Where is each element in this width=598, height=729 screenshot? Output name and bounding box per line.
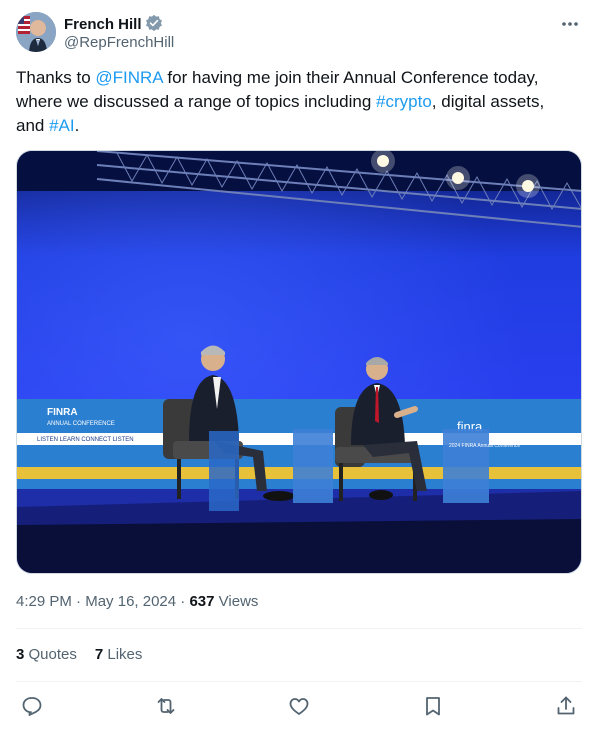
like-icon[interactable] [287, 694, 311, 718]
retweet-icon[interactable] [154, 694, 178, 718]
author-name[interactable]: French Hill [64, 14, 163, 36]
tweet-header: French Hill @RepFrenchHill [16, 11, 582, 55]
tweet-stats: 3 Quotes 7 Likes [16, 646, 160, 663]
reply-icon[interactable] [20, 694, 44, 718]
hashtag-link-crypto[interactable]: #crypto [376, 92, 432, 111]
quotes-label: Quotes [24, 646, 77, 663]
likes-count: 7 [94, 646, 104, 663]
verified-badge-icon [145, 14, 163, 36]
meta-separator: · [176, 593, 190, 610]
mention-link[interactable]: @FINRA [95, 68, 162, 87]
likes-label: Likes [103, 646, 143, 663]
stage-tagline: LISTEN LEARN CONNECT LISTEN [37, 437, 134, 443]
tweet-meta: 4:29 PM · May 16, 2024 · 637 Views [16, 593, 258, 610]
author-name-text: French Hill [64, 16, 142, 33]
conference-stage-photo: FINRA ANNUAL CONFERENCE LISTEN LEARN CON… [17, 151, 581, 573]
tweet-date[interactable]: May 16, 2024 [85, 593, 176, 610]
tweet-photo[interactable]: FINRA ANNUAL CONFERENCE LISTEN LEARN CON… [16, 150, 582, 574]
podium-text: 2024 FINRA Annual Conference [449, 443, 520, 449]
bookmark-icon[interactable] [421, 694, 445, 718]
hashtag-link-ai[interactable]: #AI [49, 116, 75, 135]
podium-center [293, 429, 333, 503]
views-label: Views [214, 593, 259, 610]
divider [16, 681, 582, 682]
stage-banner-subtitle: ANNUAL CONFERENCE [47, 421, 115, 427]
quotes-stat[interactable]: 3 Quotes [16, 646, 77, 663]
share-icon[interactable] [554, 694, 578, 718]
tweet-actions [20, 694, 578, 718]
tweet-time[interactable]: 4:29 PM [16, 593, 72, 610]
tweet-text-part: Thanks to [16, 68, 96, 87]
divider [16, 628, 582, 629]
author-handle[interactable]: @RepFrenchHill [64, 34, 174, 51]
tweet-text: Thanks to @FINRA for having me join thei… [16, 66, 576, 138]
more-options-icon[interactable] [558, 13, 582, 35]
likes-stat[interactable]: 7 Likes [95, 646, 143, 663]
stage-banner-logo: FINRA [47, 407, 78, 418]
tweet-text-part: . [74, 116, 80, 135]
views-count: 637 [189, 593, 215, 610]
meta-separator: · [71, 593, 86, 610]
author-avatar[interactable] [16, 12, 56, 52]
podium-left [209, 431, 239, 511]
